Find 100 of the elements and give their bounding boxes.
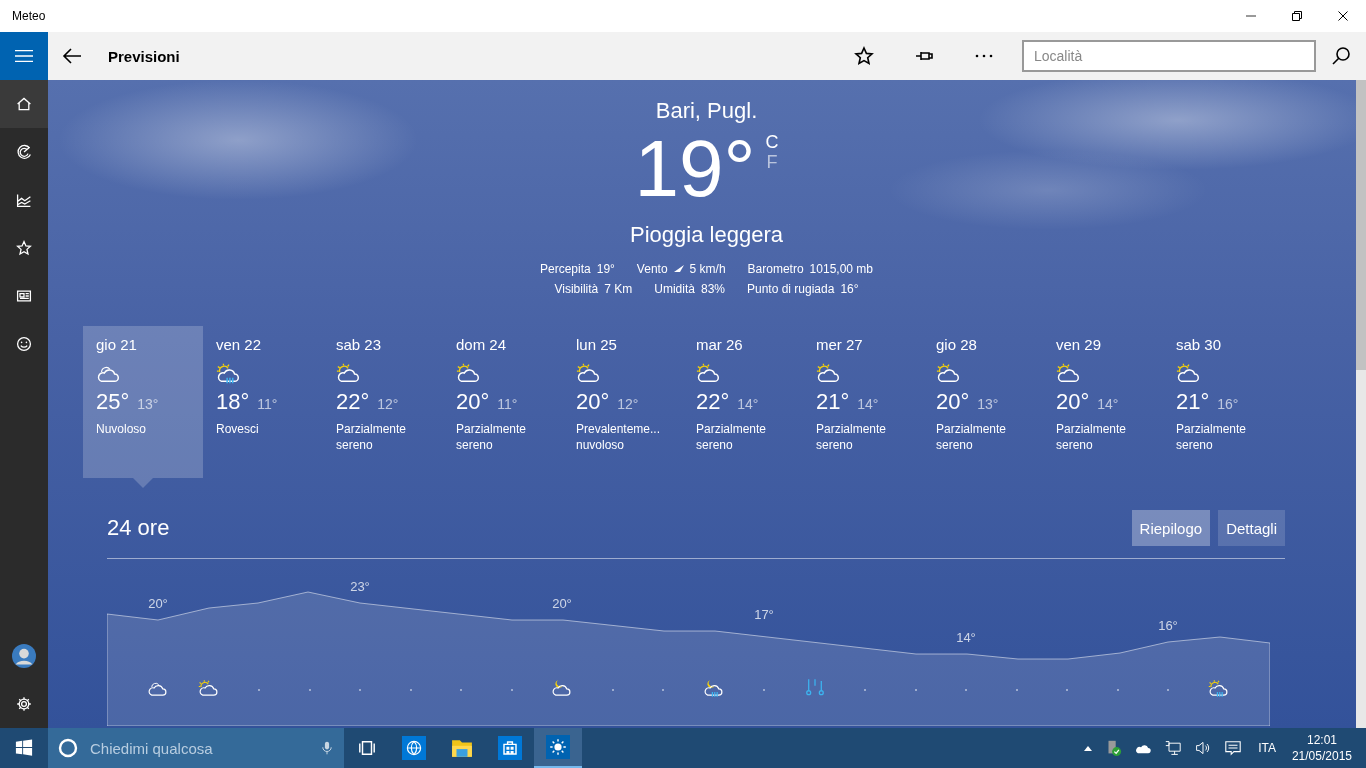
moon-cloud-rain-icon bbox=[702, 677, 725, 699]
low-temperature: 16° bbox=[1217, 396, 1239, 412]
unit-toggle[interactable]: C bbox=[765, 132, 779, 152]
input-language[interactable]: ITA bbox=[1258, 741, 1276, 755]
star-icon bbox=[854, 46, 874, 66]
day-condition: Parzialmente sereno bbox=[456, 421, 528, 453]
settings-icon bbox=[16, 696, 32, 712]
day-name: dom 24 bbox=[456, 336, 508, 353]
detail-label: Visibilità bbox=[554, 282, 599, 296]
day-condition: Nuvoloso bbox=[96, 421, 148, 437]
detail-value: 16° bbox=[840, 282, 859, 296]
detail-label: Vento bbox=[636, 262, 668, 276]
low-temperature: 14° bbox=[737, 396, 759, 412]
low-temperature: 13° bbox=[137, 396, 159, 412]
moon-cloud-icon bbox=[551, 677, 573, 699]
high-temperature: 20° bbox=[1056, 389, 1090, 415]
radar-icon bbox=[16, 144, 32, 160]
low-temperature: 11° bbox=[257, 396, 278, 412]
clock[interactable]: 12:01 21/05/2015 bbox=[1291, 732, 1352, 764]
day-condition: Rovesci bbox=[216, 421, 260, 437]
day-name: lun 25 bbox=[576, 336, 618, 353]
back-arrow-icon bbox=[62, 46, 82, 66]
temperature-label: 20° bbox=[552, 596, 572, 611]
high-temperature: 18° bbox=[216, 389, 250, 415]
high-temperature: 21° bbox=[816, 389, 850, 415]
high-temperature: 22° bbox=[696, 389, 730, 415]
day-condition: Parzialmente sereno bbox=[1176, 421, 1248, 453]
home-icon bbox=[16, 96, 32, 112]
day-forecast[interactable]: dom 24 20° 11° Parzialmente sereno bbox=[443, 326, 563, 478]
scrollbar-thumb[interactable] bbox=[1356, 80, 1366, 370]
taskbar-app-button[interactable] bbox=[534, 728, 582, 768]
high-temperature: 20° bbox=[456, 389, 490, 415]
temperature-label: 16° bbox=[1158, 618, 1178, 633]
day-forecast[interactable]: gio 28 20° 13° Parzialmente sereno bbox=[923, 326, 1043, 478]
restore-icon bbox=[1292, 11, 1302, 21]
windows-logo-icon bbox=[15, 739, 33, 757]
day-name: mer 27 bbox=[816, 336, 864, 353]
low-temperature: 12° bbox=[377, 396, 399, 412]
nav-item[interactable] bbox=[0, 80, 48, 128]
caret-up-icon bbox=[1084, 745, 1093, 751]
detail-label: Punto di rugiada bbox=[747, 282, 835, 296]
day-forecast[interactable]: sab 23 22° 12° Parzialmente sereno bbox=[323, 326, 443, 478]
detail-value: 19° bbox=[596, 262, 615, 276]
current-temperature: 19° bbox=[634, 126, 756, 212]
low-temperature: 14° bbox=[857, 396, 879, 412]
temperature-label: 23° bbox=[350, 579, 370, 594]
scrollbar[interactable] bbox=[1356, 80, 1366, 728]
detail-value: 5 km/h bbox=[689, 262, 726, 276]
low-temperature: 14° bbox=[1097, 396, 1119, 412]
news-icon bbox=[16, 288, 32, 304]
high-temperature: 25° bbox=[96, 389, 130, 415]
cortana-circle-icon bbox=[58, 738, 78, 758]
detail-label: Percepita bbox=[540, 262, 591, 276]
day-name: sab 23 bbox=[336, 336, 383, 353]
day-forecast[interactable]: lun 25 20° 12° Prevalenteme... nuvoloso bbox=[563, 326, 683, 478]
search-icon bbox=[1331, 46, 1351, 66]
low-temperature: 12° bbox=[617, 396, 639, 412]
day-forecast[interactable]: ven 29 20° 14° Parzialmente sereno bbox=[1043, 326, 1163, 478]
smile-icon bbox=[16, 336, 32, 352]
detail-value: 7 Km bbox=[604, 282, 633, 296]
window-title: Meteo bbox=[12, 9, 47, 23]
sun-cloud-rain-icon bbox=[1207, 677, 1230, 699]
location-search-field[interactable]: Località bbox=[1022, 40, 1316, 72]
high-temperature: 21° bbox=[1176, 389, 1210, 415]
day-forecast[interactable]: mar 26 22° 14° Parzialmente sereno bbox=[683, 326, 803, 478]
day-forecast[interactable]: mer 27 21° 14° Parzialmente sereno bbox=[803, 326, 923, 478]
low-temperature: 13° bbox=[977, 396, 999, 412]
globe-icon bbox=[402, 736, 426, 760]
network-icon bbox=[1164, 740, 1183, 756]
low-temperature: 11° bbox=[497, 396, 518, 412]
star-icon bbox=[16, 240, 32, 256]
folder-icon bbox=[450, 737, 474, 759]
high-temperature: 22° bbox=[336, 389, 370, 415]
day-forecast[interactable]: sab 30 21° 16° Parzialmente sereno bbox=[1163, 326, 1283, 478]
page-title: Previsioni bbox=[108, 47, 181, 65]
avatar-icon bbox=[12, 644, 36, 668]
view-button[interactable]: Dettagli bbox=[1218, 510, 1285, 546]
city-name: Bari, Pugl. bbox=[655, 98, 758, 124]
day-forecast[interactable]: ven 22 18° 11° Rovesci bbox=[203, 326, 323, 478]
day-condition: Parzialmente sereno bbox=[1056, 421, 1128, 453]
day-condition: Parzialmente sereno bbox=[336, 421, 408, 453]
detail-value: 83% bbox=[700, 282, 725, 296]
day-name: gio 28 bbox=[936, 336, 978, 353]
taskbar-search-bar[interactable]: Chiedimi qualcosa bbox=[48, 728, 344, 768]
high-temperature: 20° bbox=[576, 389, 610, 415]
chart-icon bbox=[16, 192, 32, 208]
selection-pointer bbox=[133, 478, 153, 488]
detail-value: 1015,00 mb bbox=[809, 262, 873, 276]
view-button[interactable]: Riepilogo bbox=[1131, 510, 1211, 546]
menu-button[interactable] bbox=[0, 32, 48, 80]
menu-icon bbox=[15, 49, 33, 63]
task-view-icon bbox=[356, 739, 378, 757]
close-icon bbox=[1338, 11, 1348, 21]
notifications-icon bbox=[1224, 739, 1243, 757]
day-condition: Parzialmente sereno bbox=[816, 421, 888, 453]
day-name: ven 29 bbox=[1056, 336, 1103, 353]
temperature-label: 14° bbox=[956, 630, 976, 645]
section-title: 24 ore bbox=[107, 515, 171, 541]
day-condition: Parzialmente sereno bbox=[936, 421, 1008, 453]
taskbar-search-field[interactable]: Chiedimi qualcosa bbox=[88, 738, 310, 758]
